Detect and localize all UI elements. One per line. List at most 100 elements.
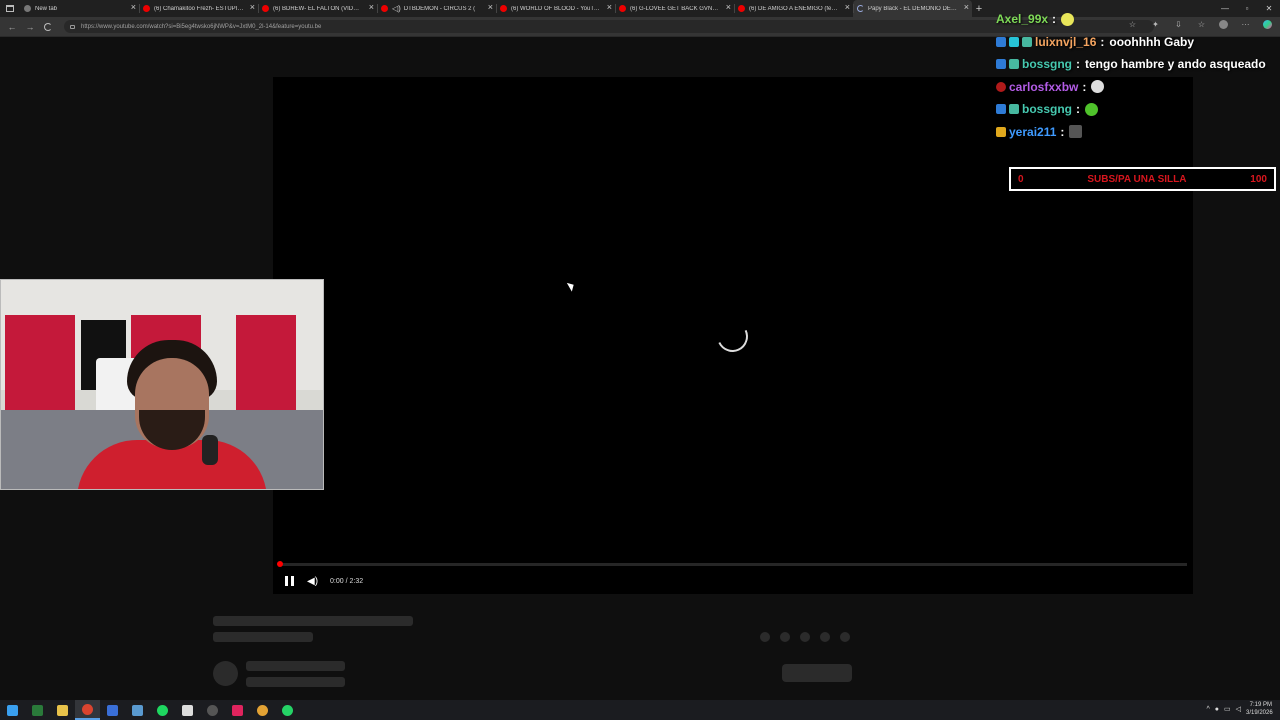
volume-tray-icon[interactable]: ◁ <box>1236 705 1241 713</box>
tab-4[interactable]: (6) WORLD OF BLOOD - YouTube × <box>496 0 615 17</box>
windows-start-icon[interactable] <box>0 700 25 720</box>
chat-message: luixnvjl_16: ooohhhh Gaby <box>996 31 1280 54</box>
yellow-face-emote-icon <box>1061 12 1075 26</box>
chrome-icon[interactable] <box>75 700 100 720</box>
capcut-icon[interactable] <box>175 700 200 720</box>
youtube-icon <box>143 5 150 12</box>
new-tab-icon <box>24 5 31 12</box>
clock[interactable]: 7:19 PM 3/19/2026 <box>1246 701 1273 717</box>
progress-bar[interactable] <box>277 561 1187 567</box>
badge-icon <box>1009 36 1019 47</box>
badge-icon <box>1022 36 1032 47</box>
close-tab-icon[interactable]: × <box>845 2 850 12</box>
close-tab-icon[interactable]: × <box>488 2 493 12</box>
tab-2[interactable]: (6) BDREW- EL FALTON (VIDEO OF × <box>258 0 377 17</box>
close-tab-icon[interactable]: × <box>369 2 374 12</box>
title-placeholder <box>213 616 413 626</box>
chat-message: Axel_99x: <box>996 8 1280 31</box>
sub-goal-bar: 0 SUBS/PA UNA SILLA 100 <box>1009 167 1276 191</box>
loading-icon <box>857 5 864 12</box>
url-input[interactable]: https://www.youtube.com/watch?si=Bi5eg4t… <box>64 20 1154 33</box>
tab-1[interactable]: (6) Chamakitoo Frezh- ESTUPIDO × <box>139 0 258 17</box>
chat-colon: : <box>1076 57 1080 72</box>
pause-icon[interactable] <box>285 576 294 586</box>
scrubber-handle[interactable] <box>277 561 283 567</box>
url-text: https://www.youtube.com/watch?si=Bi5eg4t… <box>81 23 322 30</box>
tab-title: (6) Chamakitoo Frezh- ESTUPIDO <box>154 5 244 12</box>
reload-icon[interactable] <box>44 22 52 31</box>
chat-colon: : <box>1060 124 1065 139</box>
back-icon[interactable]: ← <box>6 22 18 32</box>
task-view-icon[interactable] <box>25 700 50 720</box>
chat-message: bossgng: <box>996 98 1280 121</box>
store-icon[interactable] <box>100 700 125 720</box>
obs-icon[interactable] <box>200 700 225 720</box>
headphones <box>202 435 218 465</box>
tab-7[interactable]: Papy Black - EL DEMONIO DEL DI × <box>853 0 972 17</box>
tab-actions-icon[interactable] <box>0 0 20 17</box>
file-explorer-icon[interactable] <box>50 700 75 720</box>
tray-chevron-icon[interactable]: ^ <box>1206 706 1209 713</box>
tab-6[interactable]: (6) DE AMIGO A ENEMIGO (feat. I × <box>734 0 853 17</box>
tab-title: (6) WORLD OF BLOOD - YouTube <box>511 5 601 12</box>
close-tab-icon[interactable]: × <box>250 2 255 12</box>
chat-message: yerai211: <box>996 121 1280 144</box>
player-controls: ◀) 0:00 / 2:32 <box>273 572 1193 590</box>
mic-icon[interactable]: ● <box>1215 706 1219 713</box>
system-tray: ^ ● ▭ ◁ 7:19 PM 3/19/2026 <box>1206 701 1272 717</box>
badge-icon <box>996 36 1006 47</box>
green-emote-icon <box>1085 102 1098 116</box>
time-display: 0:00 / 2:32 <box>330 577 364 585</box>
chat-colon: : <box>1082 79 1087 94</box>
chat-message: carlosfxxbw: <box>996 76 1280 99</box>
speaker-icon[interactable]: ◁) <box>392 4 401 13</box>
close-tab-icon[interactable]: × <box>964 2 969 12</box>
clock-date: 3/19/2026 <box>1246 710 1273 716</box>
youtube-icon <box>262 5 269 12</box>
clock-time: 7:19 PM <box>1249 702 1272 708</box>
goal-current: 0 <box>1018 173 1024 185</box>
badge-icon <box>996 59 1006 70</box>
mute-emote-icon <box>1069 125 1083 139</box>
tab-title: (6) BDREW- EL FALTON (VIDEO OF <box>273 5 363 12</box>
chat-username: bossgng <box>1022 102 1072 117</box>
youtube-icon <box>381 5 388 12</box>
chrome-alt-icon[interactable] <box>250 700 275 720</box>
action-placeholder <box>840 632 850 642</box>
chat-colon: : <box>1076 102 1080 117</box>
site-info-icon[interactable] <box>70 24 75 29</box>
chat-username: bossgng <box>1022 57 1072 72</box>
action-placeholder <box>800 632 810 642</box>
goal-label: SUBS/PA UNA SILLA <box>1087 173 1187 185</box>
chat-text: ooohhhh Gaby <box>1109 34 1195 49</box>
tab-title: (6) DE AMIGO A ENEMIGO (feat. I <box>749 5 839 12</box>
skull-emote-icon <box>1091 80 1105 94</box>
webcam-overlay <box>0 279 324 490</box>
action-placeholder <box>760 632 770 642</box>
action-placeholder <box>820 632 830 642</box>
spotify-icon[interactable] <box>150 700 175 720</box>
taskbar: ^ ● ▭ ◁ 7:19 PM 3/19/2026 <box>0 700 1280 720</box>
youtube-icon <box>738 5 745 12</box>
tiktok-icon[interactable] <box>225 700 250 720</box>
loading-spinner-icon <box>712 316 753 357</box>
badge-icon <box>996 126 1006 137</box>
tab-3[interactable]: ◁) DTBDEMON - CIRCUS 2 (× <box>377 0 496 17</box>
volume-icon[interactable]: ◀) <box>307 576 318 587</box>
badge-icon <box>1009 59 1019 70</box>
tab-0[interactable]: New tab × <box>20 0 139 17</box>
steam-icon[interactable] <box>125 700 150 720</box>
network-icon[interactable]: ▭ <box>1224 705 1231 713</box>
badge-icon <box>1009 104 1019 115</box>
whatsapp-icon[interactable] <box>275 700 300 720</box>
tab-5[interactable]: (6) G-LOVEE GET BACK GVNG (VI × <box>615 0 734 17</box>
subscribe-placeholder <box>782 664 852 682</box>
close-tab-icon[interactable]: × <box>607 2 612 12</box>
close-tab-icon[interactable]: × <box>726 2 731 12</box>
new-tab-button[interactable]: + <box>972 3 986 15</box>
forward-icon[interactable]: → <box>24 22 36 32</box>
subtitle-placeholder <box>213 632 313 642</box>
video-player[interactable]: ◀) 0:00 / 2:32 <box>273 77 1193 594</box>
close-tab-icon[interactable]: × <box>131 2 136 12</box>
channel-subs-placeholder <box>246 677 345 687</box>
